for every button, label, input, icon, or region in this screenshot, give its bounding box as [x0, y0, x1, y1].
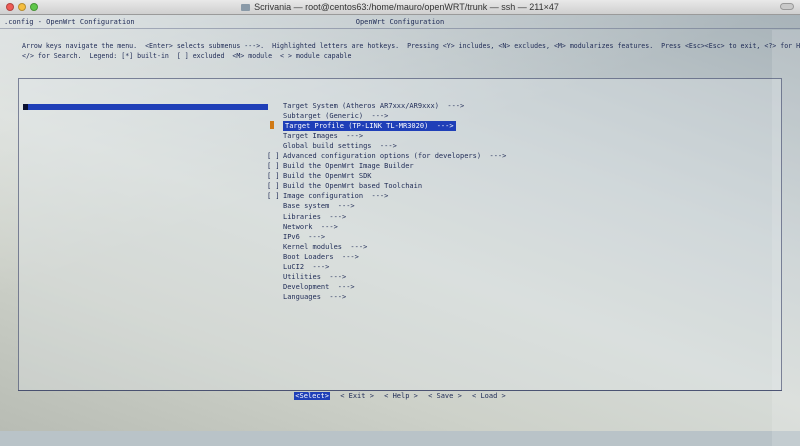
menu-item-checkbox: [ ]: [267, 192, 280, 201]
menu-item-label: Advanced configuration options (for deve…: [283, 152, 507, 161]
toolbar-toggle-button[interactable]: [780, 3, 794, 10]
button-bar: <Select> < Exit > < Help > < Save > < Lo…: [0, 392, 800, 400]
window-title-text: Scrivania — root@centos63:/home/mauro/op…: [254, 2, 559, 12]
menu-item[interactable]: Libraries --->: [267, 212, 506, 222]
window-title-bar: Scrivania — root@centos63:/home/mauro/op…: [0, 0, 800, 15]
dialog-title: OpenWrt Configuration: [355, 18, 445, 26]
exit-button[interactable]: < Exit >: [340, 392, 374, 400]
menu-item-label: Subtarget (Generic) --->: [283, 112, 389, 121]
help-button[interactable]: < Help >: [384, 392, 418, 400]
menu-item[interactable]: Target Images --->: [267, 131, 506, 141]
menu-item-label: Build the OpenWrt based Toolchain: [283, 182, 423, 191]
menu-item[interactable]: Utilities --->: [267, 272, 506, 282]
menu-item[interactable]: Development --->: [267, 282, 506, 292]
menu-item-label: IPv6 --->: [283, 232, 326, 241]
menu-item-label: Target Images --->: [283, 132, 364, 141]
menu-item-label: LuCI2 --->: [283, 262, 330, 271]
menu-item-label: Utilities --->: [283, 272, 347, 281]
menu-item[interactable]: [ ] Advanced configuration options (for d…: [267, 151, 506, 161]
menu-item[interactable]: [ ] Build the OpenWrt Image Builder: [267, 161, 506, 171]
menu-item-label: Development --->: [283, 282, 355, 291]
save-button[interactable]: < Save >: [428, 392, 462, 400]
menu-item-label: Network --->: [283, 222, 338, 231]
header-separator: [0, 28, 800, 29]
menu-item-label: Languages --->: [283, 292, 347, 301]
menu-item-label: Global build settings --->: [283, 142, 397, 151]
menu-item[interactable]: Boot Loaders --->: [267, 252, 506, 262]
menu-item-label: Target Profile (TP-LINK TL-MR3020) --->: [283, 121, 456, 132]
menu-item-checkbox: [ ]: [267, 162, 280, 171]
menu-item-label: Target System (Atheros AR7xxx/AR9xxx) --…: [283, 102, 465, 111]
menu-box: Target System (Atheros AR7xxx/AR9xxx) --…: [18, 78, 782, 391]
menu-item-checkbox: [ ]: [267, 172, 280, 181]
menu-item[interactable]: [ ] Build the OpenWrt based Toolchain: [267, 181, 506, 191]
menu-item-checkbox: [ ]: [267, 182, 280, 191]
menu-item-label: Base system --->: [283, 202, 355, 211]
menu-item[interactable]: Base system --->: [267, 201, 506, 211]
menu-item[interactable]: Target System (Atheros AR7xxx/AR9xxx) --…: [267, 101, 506, 111]
menu-box-bottom-border: [18, 390, 782, 391]
menu-item[interactable]: IPv6 --->: [267, 232, 506, 242]
menu-item[interactable]: [ ] Build the OpenWrt SDK: [267, 171, 506, 181]
menu-item-label: Build the OpenWrt SDK: [283, 172, 372, 181]
menu-item[interactable]: Target Profile (TP-LINK TL-MR3020) --->: [267, 121, 506, 132]
menu-item[interactable]: Global build settings --->: [267, 141, 506, 151]
help-text: Arrow keys navigate the menu. <Enter> se…: [22, 41, 800, 61]
menu-item-checkbox: [267, 121, 283, 131]
window-title: Scrivania — root@centos63:/home/mauro/op…: [0, 1, 800, 13]
menu-item[interactable]: Subtarget (Generic) --->: [267, 111, 506, 121]
search-bar: [23, 104, 268, 110]
menu-item[interactable]: [ ] Image configuration --->: [267, 191, 506, 201]
menu-item[interactable]: LuCI2 --->: [267, 262, 506, 272]
menu-item-checkbox: [ ]: [267, 152, 280, 161]
select-button[interactable]: <Select>: [294, 392, 330, 400]
menu-item[interactable]: Languages --->: [267, 292, 506, 302]
terminal-area[interactable]: .config - OpenWrt Configuration OpenWrt …: [0, 15, 800, 446]
help-line-2: </> for Search. Legend: [*] built-in [ ]…: [22, 52, 352, 60]
folder-icon: [241, 4, 251, 11]
menu-item-label: Kernel modules --->: [283, 242, 368, 251]
load-button[interactable]: < Load >: [472, 392, 506, 400]
menu-item[interactable]: Kernel modules --->: [267, 242, 506, 252]
menu-item-label: Boot Loaders --->: [283, 252, 359, 261]
menu-item-label: Image configuration --->: [283, 192, 389, 201]
menu-item-label: Build the OpenWrt Image Builder: [283, 162, 414, 171]
menu-item[interactable]: Network --->: [267, 222, 506, 232]
terminal-cursor: [23, 104, 28, 110]
menu-list: Target System (Atheros AR7xxx/AR9xxx) --…: [267, 101, 506, 302]
help-line-1: Arrow keys navigate the menu. <Enter> se…: [22, 42, 800, 50]
menu-item-label: Libraries --->: [283, 212, 347, 221]
